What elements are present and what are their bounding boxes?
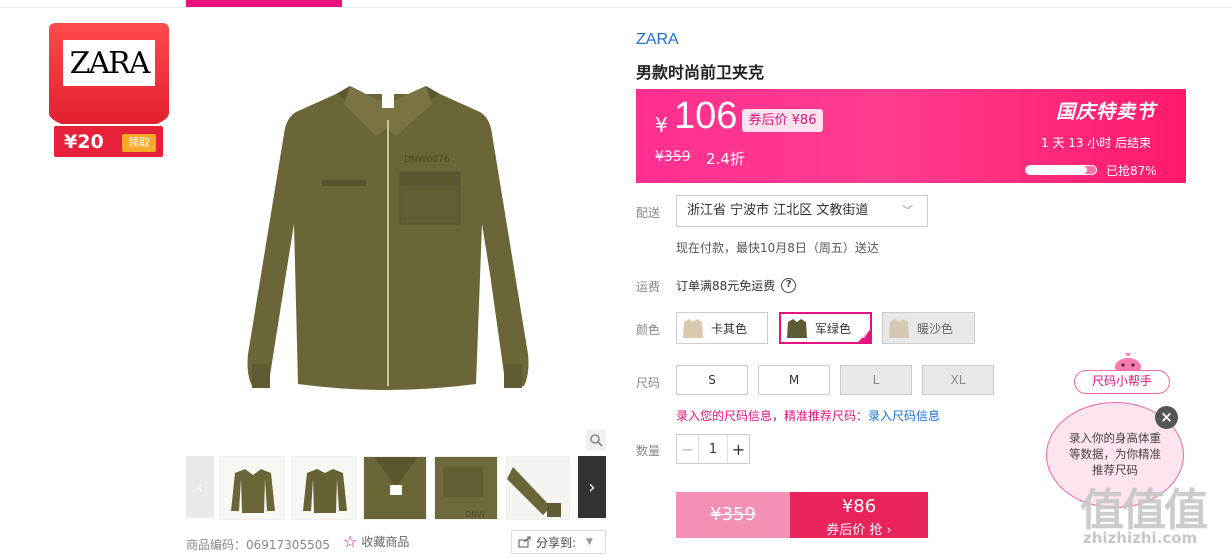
- freight-label: 运费: [636, 280, 661, 294]
- quantity-label: 数量: [636, 444, 661, 458]
- delivery-estimate: 现在付款，最快10月8日（周五）送达: [676, 241, 879, 255]
- festival-title: 国庆特卖节: [1056, 101, 1157, 123]
- thumb-prev-button[interactable]: ‹: [186, 456, 214, 518]
- coupon-header: ZARA: [49, 23, 169, 131]
- color-option-warm-sand[interactable]: 暖沙色: [882, 312, 975, 344]
- product-main-image[interactable]: DNW0076: [186, 24, 606, 450]
- price-banner: ¥ 106 券后价 ¥86 ¥359 2.4折 国庆特卖节 1 天 13 小时 …: [636, 89, 1186, 183]
- size-option-m[interactable]: M: [758, 365, 830, 395]
- share-dropdown[interactable]: 分享到: ▼: [511, 530, 606, 554]
- brand-link[interactable]: ZARA: [636, 31, 679, 49]
- zoom-icon[interactable]: [586, 430, 606, 450]
- sold-progress-fill: [1026, 166, 1087, 174]
- freight-text: 订单满88元免运费: [676, 279, 776, 293]
- check-icon: ✓: [861, 332, 869, 342]
- freight-info: 订单满88元免运费 ?: [676, 277, 797, 294]
- countdown-timer: 1 天 13 小时 后结束: [1041, 136, 1152, 150]
- chevron-down-icon: ﹀: [902, 204, 913, 217]
- coupon-footer: ¥20 领取: [52, 124, 165, 159]
- quantity-decrease-button[interactable]: −: [677, 435, 699, 463]
- sold-percent-label: 已抢87%: [1106, 164, 1157, 178]
- favorite-button[interactable]: ☆ 收藏商品: [343, 533, 409, 550]
- currency-symbol: ¥: [655, 113, 668, 137]
- address-value: 浙江省 宁波市 江北区 文教街道: [687, 203, 869, 218]
- product-code: 商品编码：06917305505: [186, 538, 330, 552]
- size-tip-text: 录入您的尺码信息，精准推荐尺码：: [676, 409, 869, 423]
- zara-logo: ZARA: [63, 40, 155, 86]
- size-label: 尺码: [636, 376, 661, 390]
- color-option-label: 暖沙色: [917, 321, 954, 336]
- size-recommend-tip: 录入您的尺码信息，精准推荐尺码：录入尺码信息: [676, 407, 940, 424]
- favorite-label: 收藏商品: [361, 535, 410, 549]
- quantity-increase-button[interactable]: +: [727, 435, 749, 463]
- coupon-amount: ¥20: [64, 131, 104, 153]
- buy-coupon-price: ¥86: [841, 496, 877, 517]
- sold-progress-bar: [1025, 165, 1097, 175]
- size-option-s[interactable]: S: [676, 365, 748, 395]
- thumb-next-button[interactable]: ›: [578, 456, 606, 518]
- color-option-army-green[interactable]: 军绿色 ✓: [779, 312, 872, 344]
- help-icon[interactable]: ?: [781, 278, 797, 293]
- address-select[interactable]: 浙江省 宁波市 江北区 文教街道 ﹀: [676, 195, 928, 227]
- delivery-label: 配送: [636, 206, 661, 220]
- svg-text:DNW: DNW: [465, 510, 485, 519]
- size-entry-link[interactable]: 录入尺码信息: [868, 409, 940, 423]
- svg-text:DNW0076: DNW0076: [404, 155, 450, 165]
- color-swatch: [681, 316, 705, 340]
- thumbnail-2[interactable]: [292, 456, 356, 520]
- size-option-xl[interactable]: XL: [922, 365, 994, 395]
- coupon-price-badge: 券后价 ¥86: [742, 109, 823, 132]
- watermark-url: zhizhizhi.com: [1083, 529, 1198, 547]
- thumbnail-3[interactable]: [363, 456, 427, 520]
- thumbnail-1[interactable]: [220, 456, 284, 520]
- original-price: ¥359: [655, 149, 691, 165]
- quantity-input[interactable]: 1: [699, 435, 727, 463]
- thumbnail-4[interactable]: DNW: [434, 456, 498, 520]
- quantity-stepper: − 1 +: [676, 434, 750, 464]
- coupon-get-button[interactable]: 领取: [122, 134, 156, 152]
- size-helper-title[interactable]: 尺码小帮手: [1074, 370, 1170, 394]
- chevron-right-icon: ›: [588, 476, 596, 498]
- buy-action-label: 券后价 抢 ›: [826, 523, 892, 538]
- color-label: 颜色: [636, 323, 661, 337]
- thumbnail-5[interactable]: [506, 456, 570, 520]
- color-option-khaki[interactable]: 卡其色: [676, 312, 768, 344]
- color-swatch: [887, 316, 911, 340]
- size-option-l[interactable]: L: [840, 365, 912, 395]
- original-price-button[interactable]: ¥359: [676, 492, 790, 538]
- share-icon: [518, 536, 531, 548]
- discount-rate: 2.4折: [706, 150, 745, 168]
- star-icon: ☆: [343, 531, 358, 551]
- color-option-label: 军绿色: [815, 321, 852, 336]
- share-label: 分享到:: [536, 535, 577, 550]
- active-tab-indicator: [186, 0, 342, 7]
- caret-down-icon: ▼: [586, 537, 593, 547]
- color-option-label: 卡其色: [711, 321, 748, 336]
- buy-with-coupon-button[interactable]: ¥86 券后价 抢 ›: [790, 492, 928, 538]
- chevron-left-icon: ‹: [196, 476, 204, 498]
- top-divider: [0, 0, 1232, 8]
- store-coupon[interactable]: ZARA ¥20 领取: [49, 23, 169, 161]
- current-price: 106: [674, 95, 738, 137]
- color-swatch: [785, 316, 809, 340]
- size-helper-text: 录入你的身高体重等数据，为你精准推荐尺码: [1069, 431, 1161, 477]
- close-icon[interactable]: ×: [1155, 406, 1178, 429]
- product-title: 男款时尚前卫夹克: [636, 63, 765, 82]
